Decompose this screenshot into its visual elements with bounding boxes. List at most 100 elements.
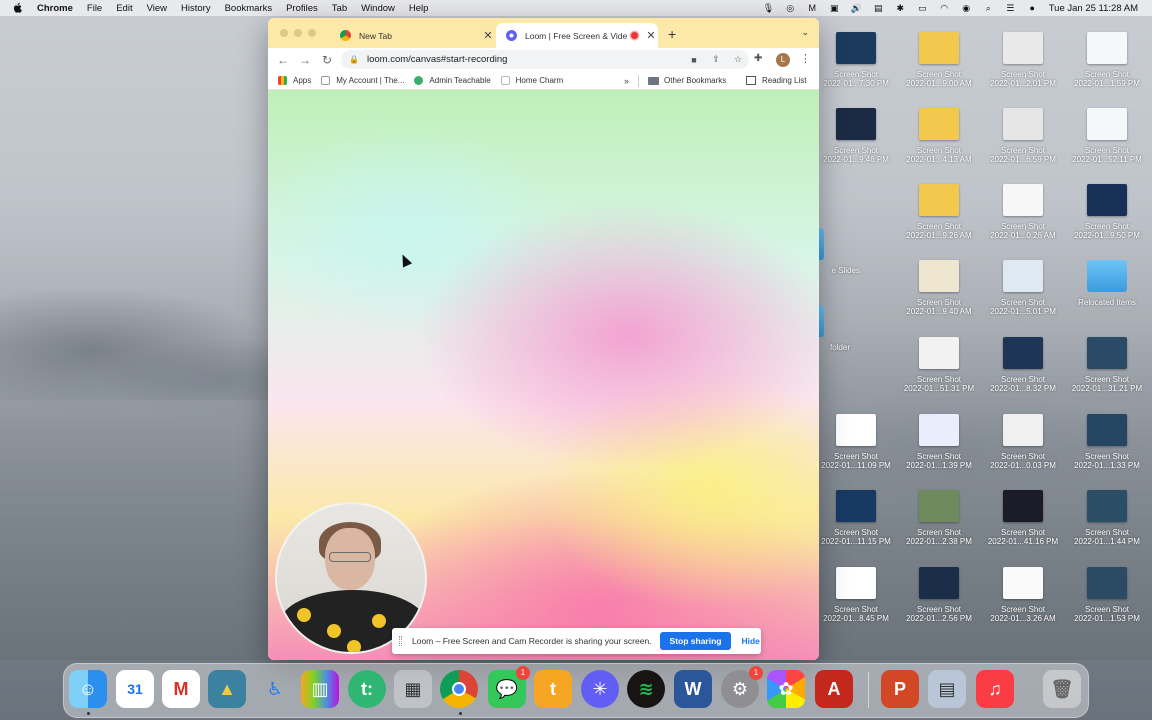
desktop-file-icon[interactable]: Relocated Items bbox=[1069, 260, 1145, 307]
desktop-file-icon[interactable]: Screen Shot 2022-01...9.00 AM bbox=[901, 32, 977, 88]
desktop-file-icon[interactable]: Screen Shot 2022-01...51.31 PM bbox=[901, 337, 977, 393]
tab-new-tab[interactable]: New Tab ✕ bbox=[330, 23, 495, 48]
desktop-file-icon[interactable]: Screen Shot 2022-01...4.13 AM bbox=[901, 108, 977, 164]
system-preferences-icon[interactable]: ⚙ 1 bbox=[721, 666, 763, 708]
chrome-menu-icon[interactable]: ⋮ bbox=[800, 52, 811, 65]
user-icon[interactable]: ◉ bbox=[961, 3, 972, 14]
desktop-file-icon[interactable]: Screen Shot 2022-01...3.26 AM bbox=[985, 567, 1061, 623]
microphone-icon[interactable]: 🎙 bbox=[763, 3, 774, 14]
desktop-file-icon[interactable]: Screen Shot 2022-01...2.01 PM bbox=[985, 32, 1061, 88]
finder-icon[interactable]: ☺ bbox=[69, 670, 107, 708]
drag-handle-icon[interactable] bbox=[399, 636, 402, 646]
hide-button[interactable]: Hide bbox=[741, 636, 759, 646]
desktop-file-icon[interactable]: Screen Shot 2022-01...0.03 PM bbox=[985, 414, 1061, 470]
desktop-file-icon[interactable]: Screen Shot 2022-01...31.21 PM bbox=[1069, 337, 1145, 393]
control-center-icon[interactable]: ☰ bbox=[1005, 3, 1016, 14]
desktop-file-icon[interactable]: Screen Shot 2022-01...1.33 PM bbox=[1069, 414, 1145, 470]
profile-avatar[interactable]: L bbox=[776, 53, 790, 67]
bookmark-my-account[interactable]: My Account | The... bbox=[321, 76, 404, 85]
launchpad-icon[interactable]: ▦ bbox=[394, 670, 432, 708]
back-icon[interactable]: ← bbox=[272, 53, 294, 67]
bookmark-star-icon[interactable]: ☆ bbox=[727, 54, 749, 65]
kaleidoscope-app-icon[interactable]: ▥ bbox=[301, 670, 339, 708]
powerpoint-icon[interactable]: P bbox=[881, 670, 919, 708]
teachable-t-icon[interactable]: t bbox=[534, 670, 572, 708]
bookmark-home-charm[interactable]: Home Charm bbox=[500, 76, 563, 85]
desktop-file-icon[interactable]: Screen Shot 2022-01...5.01 PM bbox=[985, 260, 1061, 316]
gmail-icon[interactable]: M bbox=[162, 670, 200, 708]
camera-in-use-icon[interactable]: ■ bbox=[683, 55, 705, 65]
menu-history[interactable]: History bbox=[181, 3, 211, 14]
menu-profiles[interactable]: Profiles bbox=[286, 3, 318, 14]
preview-icon[interactable]: ▤ bbox=[928, 670, 966, 708]
tab-loom[interactable]: Loom | Free Screen & Vide ✕ bbox=[496, 23, 658, 48]
creative-cloud-icon[interactable]: ◎ bbox=[785, 3, 796, 14]
bag-icon[interactable]: ▣ bbox=[829, 3, 840, 14]
close-tab-icon[interactable]: ✕ bbox=[481, 29, 495, 42]
trash-icon[interactable]: 🗑 bbox=[1043, 670, 1081, 708]
forward-icon[interactable]: → bbox=[294, 53, 316, 67]
reading-list[interactable]: Reading List bbox=[746, 76, 806, 85]
bluetooth-icon[interactable]: ✱ bbox=[895, 3, 906, 14]
zoom-window-button[interactable] bbox=[308, 29, 316, 37]
share-icon[interactable]: ⇪ bbox=[705, 54, 727, 65]
acrobat-icon[interactable]: A bbox=[815, 670, 853, 708]
desktop-file-icon[interactable]: Screen Shot 2022-01...8.45 PM bbox=[818, 567, 894, 623]
bookmark-other[interactable]: Other Bookmarks bbox=[648, 76, 726, 85]
menu-window[interactable]: Window bbox=[361, 3, 395, 14]
bookmark-admin-teachable[interactable]: Admin Teachable bbox=[414, 76, 491, 85]
url-text[interactable]: loom.com/canvas#start-recording bbox=[367, 54, 683, 65]
teachable-icon[interactable]: t: bbox=[348, 670, 386, 708]
desktop-file-icon[interactable]: Screen Shot 2022-01...8.32 PM bbox=[985, 337, 1061, 393]
tab-search-chevron-icon[interactable]: ⌄ bbox=[801, 27, 809, 38]
chrome-icon[interactable] bbox=[440, 670, 478, 708]
gmail-status-icon[interactable]: M bbox=[807, 3, 818, 14]
desktop-file-icon[interactable]: Screen Shot 2022-01...1.59 PM bbox=[1069, 32, 1145, 88]
bookmark-apps[interactable]: Apps bbox=[278, 76, 311, 85]
menu-app-name[interactable]: Chrome bbox=[37, 3, 73, 14]
wifi-icon[interactable]: ◠ bbox=[939, 3, 950, 14]
microsoft-word-icon[interactable]: W bbox=[674, 670, 712, 708]
menu-help[interactable]: Help bbox=[409, 3, 429, 14]
menu-tab[interactable]: Tab bbox=[332, 3, 347, 14]
photos-icon[interactable]: ✿ bbox=[767, 670, 805, 708]
lock-icon[interactable]: 🔒 bbox=[349, 55, 359, 64]
desktop-file-icon[interactable]: Screen Shot 2022-01...9.26 AM bbox=[901, 184, 977, 240]
desktop-file-icon[interactable]: Screen Shot 2022-01...7.30 PM bbox=[818, 32, 894, 88]
desktop-file-icon[interactable]: Screen Shot 2022-01...1.44 PM bbox=[1069, 490, 1145, 546]
loom-icon[interactable]: ✳ bbox=[581, 670, 619, 708]
desktop-file-icon[interactable]: Screen Shot 2022-01...2.56 PM bbox=[901, 567, 977, 623]
screen-icon[interactable]: ▤ bbox=[873, 3, 884, 14]
stop-sharing-button[interactable]: Stop sharing bbox=[659, 632, 732, 650]
desktop-file-icon[interactable]: Screen Shot 2022-01...2.38 PM bbox=[901, 490, 977, 546]
spotlight-search-icon[interactable]: ⌕ bbox=[983, 3, 994, 14]
navigation-app-icon[interactable]: ▲ bbox=[208, 670, 246, 708]
messages-icon[interactable]: 💬 1 bbox=[488, 666, 530, 708]
desktop-file-icon[interactable]: Screen Shot 2022-01...0.26 AM bbox=[985, 184, 1061, 240]
menu-clock[interactable]: Tue Jan 25 11:28 AM bbox=[1049, 3, 1138, 14]
close-tab-icon[interactable]: ✕ bbox=[644, 29, 658, 42]
desktop-file-icon[interactable]: Screen Shot 2022-01...52.11 PM bbox=[1069, 108, 1145, 164]
music-icon[interactable]: ♫ bbox=[976, 670, 1014, 708]
new-tab-icon[interactable]: + bbox=[668, 26, 676, 42]
close-window-button[interactable] bbox=[280, 29, 288, 37]
desktop-file-icon[interactable]: Screen Shot 2022-01...1.53 PM bbox=[1069, 567, 1145, 623]
accessibility-app-icon[interactable]: ♿ bbox=[256, 670, 294, 708]
menu-bookmarks[interactable]: Bookmarks bbox=[225, 3, 273, 14]
menu-file[interactable]: File bbox=[87, 3, 102, 14]
spotify-icon[interactable]: ≋ bbox=[627, 670, 665, 708]
minimize-window-button[interactable] bbox=[294, 29, 302, 37]
desktop-file-icon[interactable]: Screen Shot 2022-01...6.59 PM bbox=[985, 108, 1061, 164]
desktop-file-icon[interactable]: Screen Shot 2022-01...9.46 PM bbox=[818, 108, 894, 164]
battery-icon[interactable]: ▭ bbox=[917, 3, 928, 14]
more-bookmarks-chevron[interactable]: » bbox=[624, 76, 629, 86]
menu-edit[interactable]: Edit bbox=[116, 3, 132, 14]
desktop-file-icon[interactable]: Screen Shot 2022-01...41.16 PM bbox=[985, 490, 1061, 546]
desktop-file-icon[interactable]: Screen Shot 2022-01...11.09 PM bbox=[818, 414, 894, 470]
desktop-file-icon[interactable]: Screen Shot 2022-01...1.39 PM bbox=[901, 414, 977, 470]
reload-icon[interactable]: ↻ bbox=[316, 53, 338, 67]
siri-icon[interactable]: ● bbox=[1027, 3, 1038, 14]
volume-icon[interactable]: 🔊 bbox=[851, 3, 862, 14]
extensions-puzzle-icon[interactable]: ✚ bbox=[754, 53, 762, 64]
desktop-file-icon[interactable]: Screen Shot 2022-01...9.50 PM bbox=[1069, 184, 1145, 240]
